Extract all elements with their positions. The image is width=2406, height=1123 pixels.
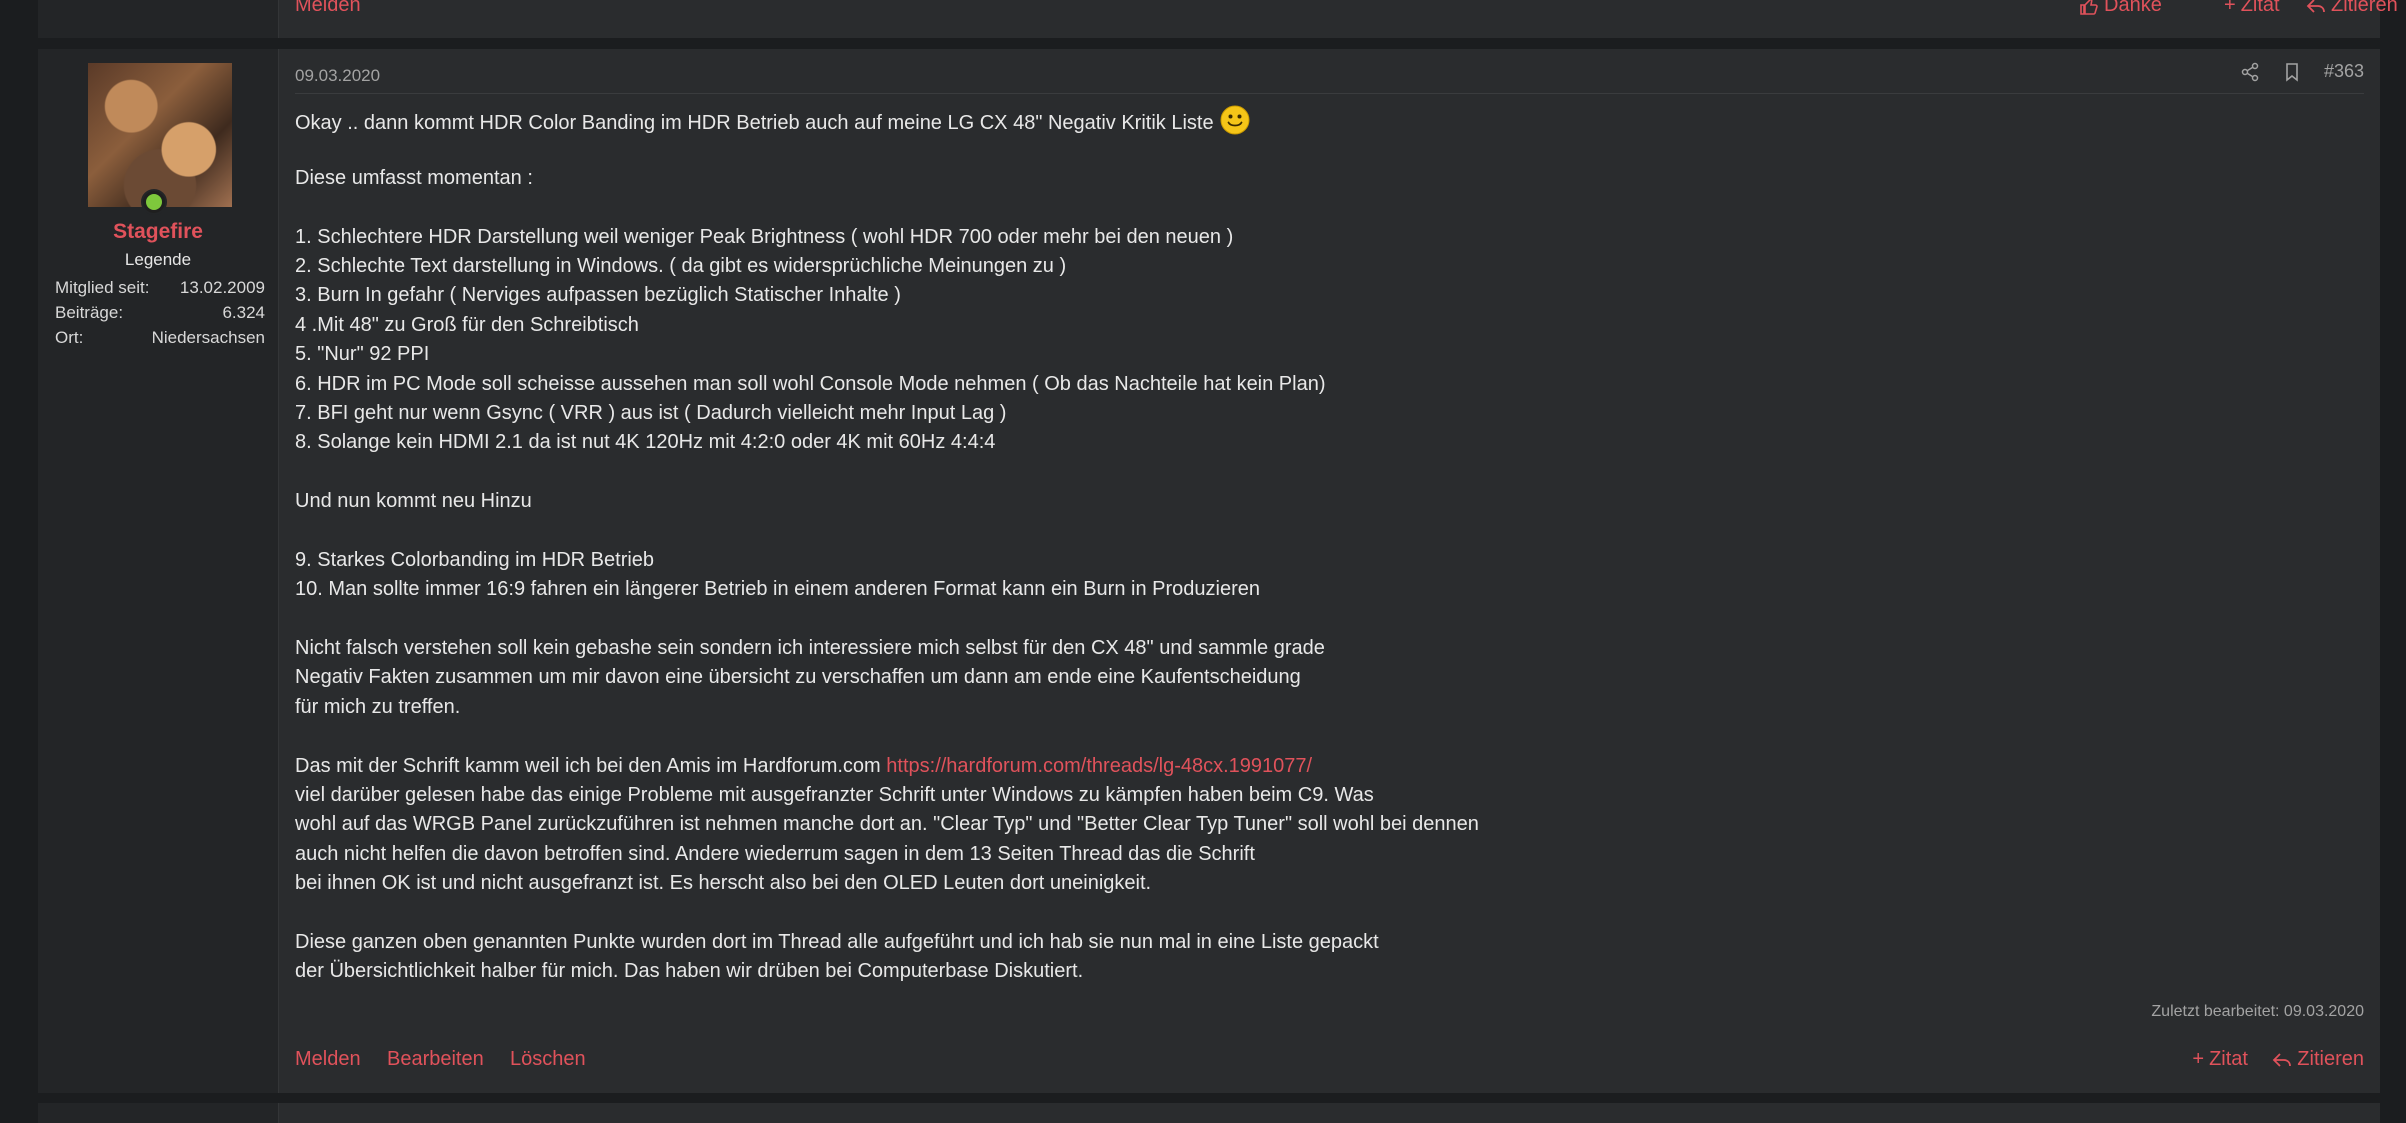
post-line: 8. Solange kein HDMI 2.1 da ist nut 4K 1… [295, 431, 996, 454]
post-header-icons: #363 [2240, 61, 2364, 82]
report-label: Melden [295, 0, 361, 16]
next-post [38, 1103, 2380, 1123]
post-line: bei ihnen OK ist und nicht ausgefranzt i… [295, 872, 1152, 895]
user-column: Stagefire Legende Mitglied seit: 13.02.2… [38, 49, 279, 1093]
post-line: Diese ganzen oben genannten Punkte wurde… [295, 930, 1379, 953]
posts-label: Beiträge: [55, 303, 124, 322]
post-number[interactable]: #363 [2324, 61, 2364, 82]
edit-label: Bearbeiten [387, 1048, 484, 1070]
post-line: 2. Schlechte Text darstellung in Windows… [295, 254, 1067, 277]
forum-post: Stagefire Legende Mitglied seit: 13.02.2… [38, 49, 2380, 1093]
report-label: Melden [295, 1048, 361, 1070]
member-since-value: 13.02.2009 [179, 278, 265, 297]
post-line: 5. "Nur" 92 PPI [295, 343, 430, 366]
post-line: der Übersichtlichkeit halber für mich. D… [295, 960, 1084, 983]
post-line: 10. Man sollte immer 16:9 fahren ein län… [295, 578, 1260, 601]
report-button[interactable]: Melden [295, 1048, 361, 1071]
posts-value: 6.324 [222, 303, 265, 322]
member-since-label: Mitglied seit: [55, 278, 150, 297]
reply-icon [2306, 0, 2325, 13]
post-line: Und nun kommt neu Hinzu [295, 490, 532, 513]
post-paragraphs-a: Diese umfasst momentan : 1. Schlechtere H… [295, 134, 2345, 751]
plus-icon: + [2224, 0, 2236, 16]
post-line: viel darüber gelesen habe das einige Pro… [295, 783, 1374, 806]
delete-label: Löschen [510, 1048, 586, 1070]
report-button[interactable]: Melden [295, 0, 361, 17]
quote-button[interactable]: + Zitat [2224, 0, 2280, 17]
post-paragraphs-b: viel darüber gelesen habe das einige Pro… [295, 781, 2345, 987]
thumbs-up-icon [2080, 0, 2098, 15]
quote-button[interactable]: + Zitat [2192, 1048, 2248, 1071]
post-first-line: Okay .. dann kommt HDR Color Banding im … [295, 112, 1214, 134]
post-line: 9. Starkes Colorbanding im HDR Betrieb [295, 548, 655, 571]
location-label: Ort: [55, 328, 84, 347]
thanks-label: Danke [2104, 0, 2162, 16]
post-line: auch nicht helfen die davon betroffen si… [295, 842, 1255, 865]
previous-post: Melden Danke + Zitat Zitieren [38, 0, 2398, 38]
link-line-prefix: Das mit der Schrift kamm weil ich bei de… [295, 754, 887, 777]
member-since-row: Mitglied seit: 13.02.2009 [55, 278, 265, 298]
reply-label: Zitieren [2331, 0, 2398, 16]
smiley-icon [1220, 105, 1250, 135]
username-link[interactable]: Stagefire [38, 220, 278, 244]
post-line: wohl auf das WRGB Panel zurückzuführen i… [295, 813, 1479, 836]
plus-icon: + [2192, 1048, 2205, 1070]
post-date[interactable]: 09.03.2020 [295, 66, 380, 86]
next-post-user-column [38, 1103, 279, 1123]
post-line: 7. BFI geht nur wenn Gsync ( VRR ) aus i… [295, 401, 1007, 424]
quote-label: Zitat [2209, 1048, 2248, 1070]
bookmark-icon[interactable] [2282, 62, 2302, 82]
post-line: 3. Burn In gefahr ( Nerviges aufpassen b… [295, 284, 901, 307]
post-line: Okay .. dann kommt HDR Color Banding im … [295, 105, 2345, 135]
post-line: 4 .Mit 48" zu Groß für den Schreibtisch [295, 313, 639, 336]
post-line: 1. Schlechtere HDR Darstellung weil weni… [295, 225, 1234, 248]
share-icon[interactable] [2240, 62, 2260, 82]
reply-icon [2273, 1052, 2292, 1067]
previous-post-user-column [38, 0, 279, 38]
edit-button[interactable]: Bearbeiten [387, 1048, 484, 1071]
post-line: Diese umfasst momentan : [295, 166, 533, 189]
posts-row: Beiträge: 6.324 [55, 303, 265, 323]
post-actions-bar: Melden Bearbeiten Löschen + Zitat Zitier… [295, 1048, 2364, 1078]
post-line: 6. HDR im PC Mode soll scheisse aussehen… [295, 372, 1326, 395]
user-rank: Legende [124, 250, 192, 269]
reply-button[interactable]: Zitieren [2306, 0, 2398, 17]
quote-label: Zitat [2240, 0, 2280, 16]
post-body: Okay .. dann kommt HDR Color Banding im … [295, 105, 2345, 987]
avatar[interactable] [88, 63, 232, 207]
hardforum-link[interactable]: https://hardforum.com/threads/lg-48cx.19… [886, 755, 1312, 777]
location-row: Ort: Niedersachsen [55, 328, 265, 348]
online-status-icon [141, 189, 167, 215]
post-line: Nicht falsch verstehen soll kein gebashe… [295, 637, 1325, 660]
post-line: Negativ Fakten zusammen um mir davon ein… [295, 666, 1301, 689]
location-value: Niedersachsen [151, 328, 265, 347]
reply-label: Zitieren [2297, 1048, 2364, 1070]
post-line-with-link: Das mit der Schrift kamm weil ich bei de… [295, 752, 2345, 781]
post-line: für mich zu treffen. [295, 695, 461, 718]
header-divider [295, 93, 2364, 94]
reply-button[interactable]: Zitieren [2272, 1048, 2364, 1071]
last-edited: Zuletzt bearbeitet: 09.03.2020 [2151, 1003, 2364, 1020]
delete-button[interactable]: Löschen [510, 1048, 586, 1071]
thanks-button[interactable]: Danke [2079, 0, 2162, 17]
